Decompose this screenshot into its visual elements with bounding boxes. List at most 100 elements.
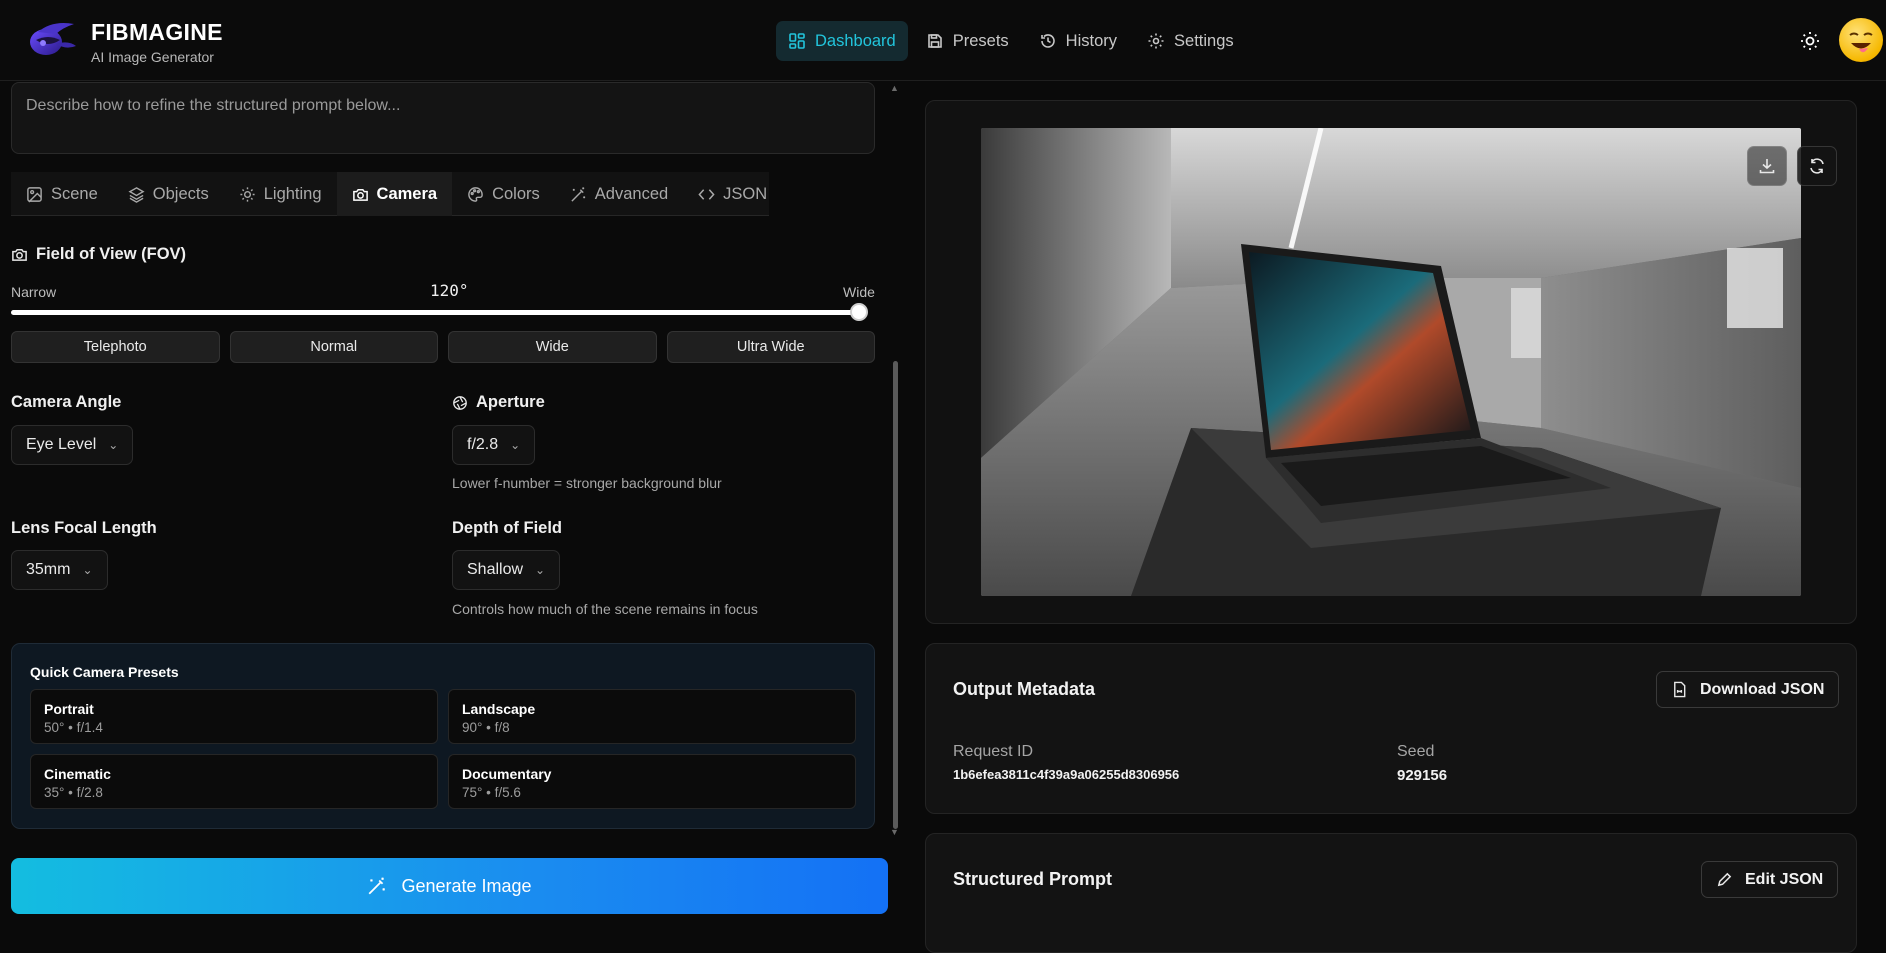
nav-dashboard[interactable]: Dashboard (776, 21, 908, 61)
ultra-wide-button[interactable]: Ultra Wide (666, 331, 875, 363)
scroll-down-arrow-icon[interactable]: ▼ (890, 827, 899, 837)
nav-dashboard-label: Dashboard (815, 31, 896, 50)
generate-image-button[interactable]: Generate Image (11, 858, 888, 914)
fov-min-label: Narrow (11, 284, 57, 300)
nav-settings-label: Settings (1174, 31, 1234, 50)
camera-icon (12, 249, 27, 261)
edit-json-label: Edit JSON (1745, 870, 1824, 888)
preset-documentary[interactable]: Documentary 75° • f/5.6 (448, 754, 856, 809)
preset-name: Cinematic (44, 766, 111, 782)
fov-slider-thumb[interactable] (850, 303, 868, 321)
camera-angle-value: Eye Level (26, 436, 97, 453)
emoji-face-icon (1849, 32, 1873, 53)
layers-icon (128, 186, 145, 203)
regenerate-button[interactable] (1797, 146, 1837, 186)
preset-value: 50° • f/1.4 (44, 720, 103, 735)
focal-length-select[interactable]: 35mm ⌄ (11, 550, 108, 590)
fov-max-label: Wide (843, 284, 875, 300)
nav-presets[interactable]: Presets (914, 21, 1021, 61)
depth-of-field-select[interactable]: Shallow ⌄ (452, 550, 561, 590)
chevron-down-icon: ⌄ (535, 563, 546, 577)
request-id-value: 1b6efea3811c4f39a9a06255d8306956 (953, 767, 1180, 782)
nav-settings[interactable]: Settings (1135, 21, 1246, 61)
depth-of-field-label: Depth of Field (452, 519, 562, 537)
main-nav: Dashboard Presets History Settings (776, 21, 1246, 61)
code-icon (698, 188, 715, 200)
history-icon (1040, 34, 1055, 48)
camera-angle-select[interactable]: Eye Level ⌄ (11, 425, 134, 465)
telephoto-button[interactable]: Telephoto (11, 331, 220, 363)
nav-history-label: History (1065, 31, 1118, 50)
aperture-help: Lower f-number = stronger background blu… (452, 475, 722, 491)
aperture-select[interactable]: f/2.8 ⌄ (452, 425, 536, 465)
aperture-icon (453, 395, 467, 410)
sun-icon (240, 186, 255, 202)
preset-name: Landscape (462, 701, 536, 717)
tab-lighting-label: Lighting (263, 184, 322, 203)
request-id-label: Request ID (953, 743, 1034, 760)
settings-tabs: Scene Objects Lighting Camera Colors Adv… (11, 172, 769, 216)
seed-label: Seed (1397, 743, 1435, 760)
tab-camera[interactable]: Camera (336, 172, 453, 216)
dashboard-icon (789, 33, 805, 49)
preset-value: 90° • f/8 (462, 720, 510, 735)
chevron-down-icon: ⌄ (510, 438, 521, 452)
aperture-value: f/2.8 (467, 436, 499, 453)
preset-portrait[interactable]: Portrait 50° • f/1.4 (30, 689, 438, 744)
wand-icon (369, 877, 386, 895)
download-image-button[interactable] (1747, 146, 1787, 186)
tab-objects[interactable]: Objects (113, 172, 224, 216)
tab-json-label: JSON (723, 184, 768, 203)
preset-value: 35° • f/2.8 (44, 785, 103, 800)
tab-advanced[interactable]: Advanced (555, 172, 683, 216)
avatar[interactable] (1839, 18, 1883, 62)
wide-button[interactable]: Wide (448, 331, 657, 363)
nav-history[interactable]: History (1027, 21, 1129, 61)
tab-json[interactable]: JSON (683, 172, 782, 216)
fov-slider-track[interactable] (11, 310, 866, 315)
preset-cinematic[interactable]: Cinematic 35° • f/2.8 (30, 754, 438, 809)
seed-value: 929156 (1397, 767, 1448, 784)
download-json-label: Download JSON (1700, 680, 1825, 698)
preset-name: Portrait (44, 701, 94, 717)
camera-angle-label: Camera Angle (11, 393, 122, 411)
wand-icon (571, 186, 585, 202)
aperture-title: Aperture (452, 393, 545, 412)
scroll-up-arrow-icon[interactable]: ▲ (890, 83, 899, 93)
edit-json-button[interactable]: Edit JSON (1701, 861, 1839, 898)
tab-camera-label: Camera (376, 184, 438, 203)
brand-subtitle: AI Image Generator (91, 49, 214, 65)
theme-toggle-sun-icon[interactable] (1798, 29, 1822, 53)
quick-camera-presets: Quick Camera Presets Portrait 50° • f/1.… (11, 643, 875, 829)
normal-button[interactable]: Normal (229, 331, 438, 363)
tab-colors-label: Colors (492, 184, 540, 203)
palette-icon (468, 186, 483, 202)
tab-scene-label: Scene (51, 184, 98, 203)
focal-length-label: Lens Focal Length (11, 519, 157, 537)
refine-placeholder: Describe how to refine the structured pr… (26, 97, 401, 114)
fov-preset-buttons: Telephoto Normal Wide Ultra Wide (11, 331, 875, 363)
output-metadata-card: Output Metadata Download JSON Request ID… (925, 643, 1857, 814)
download-json-button[interactable]: Download JSON (1656, 671, 1840, 708)
tab-objects-label: Objects (152, 184, 209, 203)
preset-landscape[interactable]: Landscape 90° • f/8 (448, 689, 856, 744)
brand-title: FIBMAGINE (91, 19, 223, 45)
depth-of-field-value: Shallow (467, 561, 524, 578)
quick-presets-title: Quick Camera Presets (30, 664, 179, 680)
tab-colors[interactable]: Colors (452, 172, 555, 216)
fov-title: Field of View (FOV) (11, 245, 186, 264)
tab-advanced-label: Advanced (594, 184, 669, 203)
chevron-down-icon: ⌄ (82, 563, 93, 577)
fibmagine-logo[interactable] (26, 18, 78, 60)
left-scrollbar[interactable]: ▲ ▼ (890, 81, 900, 841)
left-panel: Describe how to refine the structured pr… (0, 81, 904, 843)
camera-icon (352, 188, 368, 201)
chevron-down-icon: ⌄ (108, 438, 119, 452)
focal-length-value: 35mm (26, 561, 71, 578)
fov-title-text: Field of View (FOV) (36, 245, 187, 263)
tab-scene[interactable]: Scene (11, 172, 113, 216)
tab-lighting[interactable]: Lighting (224, 172, 337, 216)
preset-name: Documentary (462, 766, 552, 782)
scroll-thumb[interactable] (893, 361, 898, 829)
refine-prompt-input[interactable]: Describe how to refine the structured pr… (11, 82, 875, 154)
